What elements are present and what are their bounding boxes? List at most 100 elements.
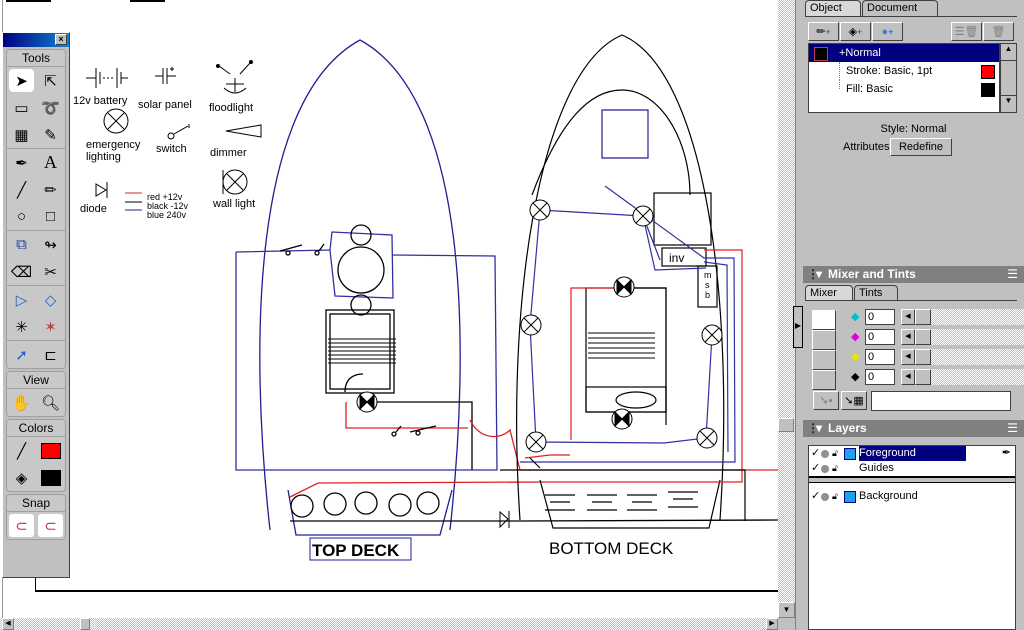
unlock-icon[interactable]: 🔓︎ [832, 461, 838, 476]
yellow-value[interactable]: 0 [865, 349, 895, 365]
black-icon: ◆ [851, 371, 860, 383]
bottom-deck-hull-inner [531, 89, 691, 196]
graphic-hose-tool[interactable]: ✳ [7, 313, 36, 340]
panel-splitter[interactable]: ▶ [793, 0, 803, 630]
lasso-tool[interactable]: ➰ [36, 94, 65, 121]
hyperlink-tool[interactable]: ➚ [7, 341, 36, 368]
add-fill-button[interactable]: ◈ + [840, 22, 871, 41]
cyan-slider[interactable]: ◀▶ [901, 309, 1024, 325]
cyan-icon: ◆ [851, 311, 860, 323]
panel-menu-icon[interactable]: ☰ [1007, 266, 1018, 283]
legend-blue-label: blue 240v [147, 210, 187, 220]
hls-mode-button[interactable] [812, 350, 836, 370]
rgb-mode-button[interactable] [812, 330, 836, 350]
yellow-slider[interactable]: ◀▶ [901, 349, 1024, 365]
solar-panel-array [290, 491, 440, 518]
layers-list[interactable]: ✓ 🔓︎ Foreground ✒ ✓ 🔓︎ Guides ✓ 🔓︎ Backgrou… [808, 445, 1016, 630]
line-tool[interactable]: ╱ [7, 176, 36, 203]
black-value[interactable]: 0 [865, 369, 895, 385]
legend-switch-label: switch [156, 143, 187, 155]
add-stroke-button[interactable]: ✏ + [808, 22, 839, 41]
add-to-swatches-button[interactable]: ➘▦ [841, 391, 867, 410]
subselect-tool[interactable]: ⇱ [36, 67, 65, 94]
unlock-icon[interactable]: 🔓︎ [832, 489, 838, 504]
eyedropper-tool[interactable]: ✎ [36, 121, 65, 148]
freeform-tool[interactable]: ↬ [36, 231, 65, 258]
layer-name: Background [859, 490, 918, 502]
tools-section: Tools ➤ ⇱ ▭ ➰ ▦ ✎ ✒ A ╱ ✏ ○ □ ⧉ ↬ ⌫ ✂ ▷ … [6, 49, 66, 369]
knife-tool[interactable]: ✂ [36, 258, 65, 285]
tools-palette[interactable]: × Tools ➤ ⇱ ▭ ➰ ▦ ✎ ✒ A ╱ ✏ ○ □ ⧉ ↬ ⌫ ✂ … [2, 32, 70, 578]
apply-color-button[interactable]: ➘▪ [813, 391, 839, 410]
zoom-tool[interactable]: 🔍︎ [36, 389, 65, 416]
tab-object[interactable]: Object [805, 0, 861, 16]
unlock-icon[interactable]: 🔓︎ [832, 446, 838, 461]
emergency-lighting-symbol [103, 108, 129, 134]
cmyk-mode-button[interactable] [812, 310, 836, 330]
close-tools-button[interactable]: × [55, 34, 67, 45]
cyan-value[interactable]: 0 [865, 309, 895, 325]
scale-tool[interactable]: ▭ [7, 94, 36, 121]
redefine-button[interactable]: Redefine [890, 138, 952, 156]
object-attributes-list[interactable]: +Normal Stroke: Basic, 1pt Fill: Basic [808, 43, 1000, 113]
floodlight [350, 294, 372, 316]
cabin-box [653, 192, 712, 246]
snap-to-point-button[interactable]: ⊂ [38, 514, 63, 537]
pencil-tool[interactable]: ✏ [36, 176, 65, 203]
tab-document[interactable]: Document [862, 0, 938, 16]
bottom-deck-label: BOTTOM DECK [549, 539, 674, 558]
connector-tool[interactable]: ⊏ [36, 341, 65, 368]
eraser-tool[interactable]: ⌫ [7, 258, 36, 285]
layer-foreground[interactable]: ✓ 🔓︎ Foreground ✒ [809, 446, 1015, 461]
layer-guides[interactable]: ✓ 🔓︎ Guides [809, 461, 1015, 476]
pointer-tool[interactable]: ➤ [9, 69, 34, 92]
legend-diode-label: diode [80, 203, 107, 215]
color-name-field[interactable] [871, 391, 1011, 411]
vertical-scroll-thumb[interactable] [778, 418, 794, 432]
tab-mixer[interactable]: Mixer [805, 285, 853, 301]
extrude-tool[interactable]: ▷ [7, 286, 36, 313]
scroll-down-button[interactable]: ▼ [778, 602, 795, 618]
trace-tool[interactable]: ▦ [7, 121, 36, 148]
3d-rotate-tool[interactable]: ◇ [36, 286, 65, 313]
spray-tool[interactable]: ✶ [36, 313, 65, 340]
dimmer-symbol [225, 124, 262, 138]
mixer-panel-header[interactable]: ⋮ ▾ Mixer and Tints ☰ [803, 266, 1024, 283]
cyan-channel: ◆ 0 ◀▶ [851, 309, 1024, 327]
pen-tool[interactable]: ✒ [7, 149, 36, 176]
black-slider[interactable]: ◀▶ [901, 369, 1024, 385]
tab-tints[interactable]: Tints [854, 285, 898, 301]
layers-panel-header[interactable]: ⋮ ▾ Layers ☰ [803, 420, 1024, 437]
text-tool[interactable]: A [36, 149, 65, 176]
horizontal-scrollbar[interactable]: ◀ ▶ [0, 618, 778, 630]
ellipse-tool[interactable]: ○ [7, 203, 36, 230]
delete-button[interactable]: 🗑︎ [983, 22, 1014, 41]
rectangle-tool[interactable]: □ [36, 203, 65, 230]
object-item-stroke[interactable]: Stroke: Basic, 1pt [809, 62, 999, 80]
scroll-right-button[interactable]: ▶ [766, 618, 778, 630]
hand-tool[interactable]: ✋ [7, 389, 36, 416]
object-panel-tabs: Object Document [805, 0, 939, 16]
document-canvas[interactable]: 12v battery solar panel floodlight emerg… [0, 0, 778, 618]
collapse-panels-button[interactable]: ▶ [793, 306, 803, 348]
system-color-button[interactable] [812, 370, 836, 390]
snap-to-grid-button[interactable]: ⊂ [9, 514, 34, 537]
fill-color-swatch[interactable] [36, 464, 65, 491]
remove-attribute-button[interactable]: ☰🗑︎ [951, 22, 982, 41]
magenta-slider[interactable]: ◀▶ [901, 329, 1024, 345]
magenta-value[interactable]: 0 [865, 329, 895, 345]
scale-transform-tool[interactable]: ⧉ [7, 231, 36, 258]
object-list-scrollbar[interactable]: ▲ ▼ [1000, 43, 1017, 113]
add-effect-button[interactable]: ● + [872, 22, 903, 41]
object-item-fill[interactable]: Fill: Basic [809, 80, 999, 98]
layer-background[interactable]: ✓ 🔓︎ Background [809, 489, 1015, 504]
horizontal-scroll-thumb[interactable] [80, 618, 90, 630]
scroll-left-button[interactable]: ◀ [2, 618, 14, 630]
tools-titlebar[interactable]: × [3, 33, 69, 47]
panel-menu-icon[interactable]: ☰ [1007, 420, 1018, 437]
style-label: Style: Normal [880, 123, 947, 135]
top-deck-hull [259, 39, 461, 531]
stroke-color-swatch[interactable] [36, 437, 65, 464]
floodlight [350, 224, 372, 246]
object-item-normal[interactable]: +Normal [809, 44, 999, 62]
